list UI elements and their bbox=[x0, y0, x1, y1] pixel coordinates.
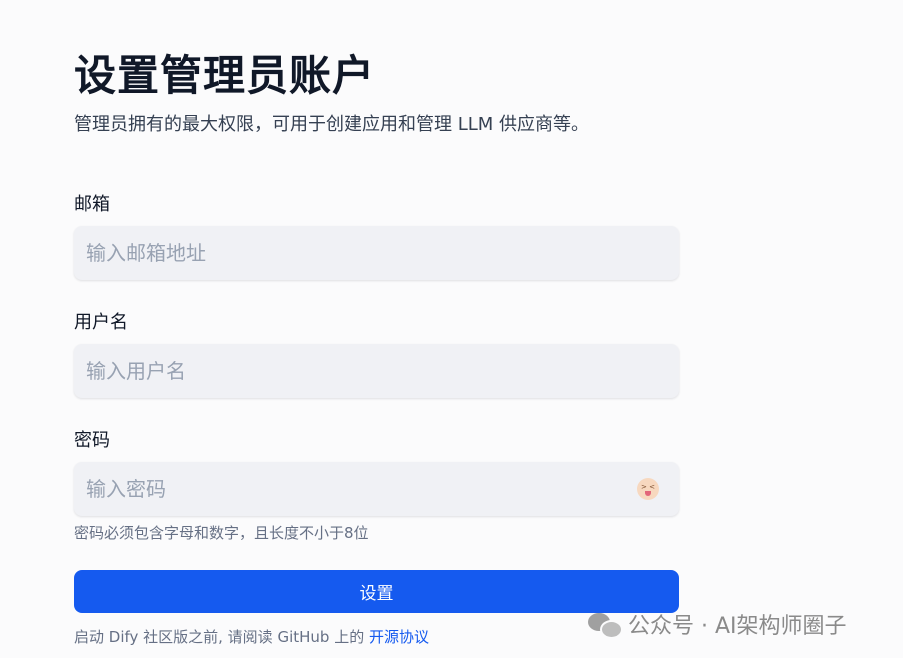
footer-notice: 启动 Dify 社区版之前, 请阅读 GitHub 上的 开源协议 bbox=[74, 626, 429, 647]
password-input[interactable] bbox=[74, 462, 606, 516]
setup-submit-button[interactable]: 设置 bbox=[74, 570, 679, 613]
watermark: 公众号 · AI架构师圈子 bbox=[588, 608, 847, 640]
page-title: 设置管理员账户 bbox=[74, 51, 376, 100]
page-subtitle: 管理员拥有的最大权限，可用于创建应用和管理 LLM 供应商等。 bbox=[74, 114, 590, 135]
password-hint: 密码必须包含字母和数字，且长度不小于8位 bbox=[74, 524, 369, 542]
email-field-container bbox=[74, 226, 679, 280]
username-field-container bbox=[74, 344, 679, 398]
watermark-text: 公众号 · AI架构师圈子 bbox=[628, 614, 847, 639]
footer-text: 启动 Dify 社区版之前, 请阅读 GitHub 上的 bbox=[74, 628, 369, 646]
setup-admin-page: 设置管理员账户 管理员拥有的最大权限，可用于创建应用和管理 LLM 供应商等。 … bbox=[0, 0, 903, 658]
email-input[interactable] bbox=[74, 226, 606, 280]
email-label: 邮箱 bbox=[74, 194, 110, 215]
username-input[interactable] bbox=[74, 344, 606, 398]
password-label: 密码 bbox=[74, 430, 110, 451]
password-visibility-toggle-icon[interactable]: > < bbox=[637, 478, 659, 500]
wechat-icon bbox=[588, 611, 623, 639]
password-field-container: > < bbox=[74, 462, 679, 516]
license-link[interactable]: 开源协议 bbox=[369, 628, 429, 646]
username-label: 用户名 bbox=[74, 312, 128, 333]
